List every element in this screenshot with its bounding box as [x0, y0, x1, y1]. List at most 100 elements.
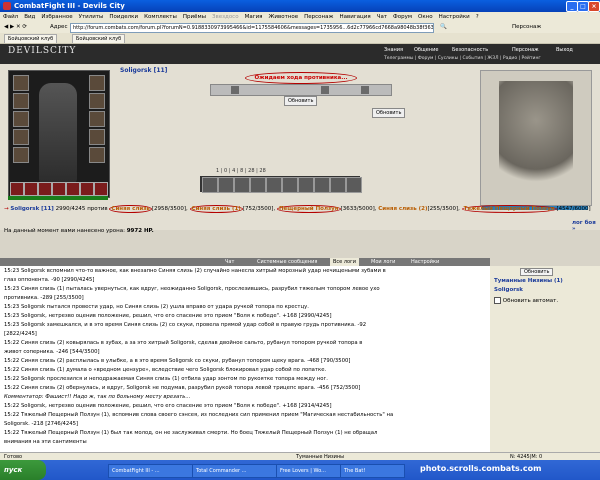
menu-utils[interactable]: Утилиты — [79, 14, 104, 20]
menu-settings[interactable]: Настройки — [439, 14, 470, 20]
potion-slot[interactable] — [10, 182, 24, 196]
enemy-link[interactable]: Тяжелый Пещерный Ползун — [461, 205, 557, 213]
amulet-slot[interactable] — [13, 93, 29, 109]
nav-knowledge[interactable]: Знания — [384, 47, 403, 53]
effect-icon — [361, 86, 369, 94]
menu-animal[interactable]: Животное — [268, 14, 298, 20]
action-slot[interactable] — [234, 177, 250, 193]
tab-system[interactable]: Системные сообщения — [254, 258, 320, 266]
nav-security[interactable]: Безопасность — [452, 47, 488, 53]
location-panel: Обновить Туманные Низины (1) Soligorsk О… — [490, 266, 600, 452]
armor-slot[interactable] — [13, 129, 29, 145]
action-slot[interactable] — [218, 177, 234, 193]
task-free-lovers[interactable]: Free Lovers | Wo... — [276, 464, 341, 478]
persons-label[interactable]: Персонаж — [512, 22, 541, 33]
back-icon[interactable]: ◀ ▶ ✕ ⟳ — [4, 22, 27, 33]
menu-techniques[interactable]: Приёмы — [183, 14, 206, 20]
action-slot[interactable] — [314, 177, 330, 193]
enemy-link[interactable]: Синяя слизь (1) — [189, 205, 243, 213]
menu-chat[interactable]: Чат — [377, 14, 387, 20]
menu-sets[interactable]: Комплекты — [144, 14, 177, 20]
potion-slot[interactable] — [52, 182, 66, 196]
resource-counts: 1 | 0 | 4 | 8 | 28 | 28 — [216, 168, 266, 174]
browser-tab-1[interactable]: Бойцовский клуб — [4, 34, 58, 43]
player-name-link[interactable]: Soligorsk [11] — [10, 206, 53, 212]
nav-exit[interactable]: Выход — [556, 47, 573, 53]
nav-sublinks[interactable]: Телеграммы | Форум | Сусликы | События |… — [384, 56, 541, 61]
action-slot[interactable] — [250, 177, 266, 193]
potion-slot[interactable] — [24, 182, 38, 196]
action-slot[interactable] — [202, 177, 218, 193]
boots-slot[interactable] — [89, 147, 105, 163]
online-user[interactable]: Soligorsk — [494, 287, 523, 293]
tab-my-logs[interactable]: Мои логи — [368, 258, 398, 266]
task-combatfight[interactable]: CombatFight III - ... — [108, 464, 193, 478]
address-input[interactable]: http://forum.combats.com/forum.pl?forumN… — [70, 23, 434, 33]
action-slot[interactable] — [266, 177, 282, 193]
task-total-commander[interactable]: Total Commander ... — [192, 464, 277, 478]
menu-crafts[interactable]: Поиделки — [109, 14, 138, 20]
fight-strip — [210, 84, 392, 96]
chat-line: 15:22 Синяя слизь (2) ковырялась в зубах… — [4, 340, 363, 346]
enemy-link[interactable]: Синяя слизь (2) — [378, 206, 427, 212]
menu-window[interactable]: Окно — [418, 14, 433, 20]
window-title: CombatFight III - Devils City — [14, 2, 125, 10]
menu-8[interactable]: Звездосо — [212, 14, 239, 20]
menu-file[interactable]: Файл — [3, 14, 18, 20]
chat-line: [2822/4245] — [4, 331, 37, 337]
menu-forum[interactable]: Форум — [393, 14, 412, 20]
gloves-slot[interactable] — [89, 93, 105, 109]
potion-slot[interactable] — [66, 182, 80, 196]
tab-settings[interactable]: Настройки — [408, 258, 442, 266]
task-the-bat[interactable]: The Bat! — [340, 464, 405, 478]
opponent-name[interactable]: Soligorsk [11] — [120, 67, 167, 74]
enemy-link[interactable]: Пещерный Ползун — [276, 205, 341, 213]
tab-all-logs[interactable]: Все логи — [330, 258, 359, 266]
chat-line: глаз оппонента. -90 [2990/4245] — [4, 277, 95, 283]
search-icon[interactable]: 🔍 — [440, 22, 447, 33]
chat-log[interactable]: 15:23 Soligorsk вспомнил что-то важное, … — [0, 266, 491, 452]
belt-slot[interactable] — [13, 147, 29, 163]
enemy-portrait — [480, 70, 592, 206]
nav-character[interactable]: Персонаж — [512, 47, 539, 53]
action-slot[interactable] — [282, 177, 298, 193]
side-refresh-button[interactable]: Обновить — [520, 268, 554, 276]
enemy-hp: [2958/3500] — [151, 206, 187, 212]
menu-magic[interactable]: Магия — [245, 14, 263, 20]
tab-chat[interactable]: Чат — [222, 258, 237, 266]
potion-belt — [8, 182, 108, 196]
damage-label: На данный момент вами нанесено урона: — [4, 228, 125, 234]
enemy-link[interactable]: Синяя слизь — [109, 205, 152, 213]
close-button[interactable]: × — [588, 1, 600, 12]
refresh-button[interactable]: Обновить — [284, 96, 318, 106]
menu-favorites[interactable]: Избранное — [41, 14, 72, 20]
menu-view[interactable]: Вид — [24, 14, 35, 20]
browser-tab-2[interactable]: Бойцовский клуб — [72, 34, 126, 43]
nav-social[interactable]: Общение — [414, 47, 438, 53]
damage-value: 9972 HP. — [126, 228, 154, 234]
potion-slot[interactable] — [94, 182, 108, 196]
earring-slot[interactable] — [89, 75, 105, 91]
chat-line: 15:22 Синяя слизь (2) расплылась в улыбк… — [4, 358, 351, 364]
refresh-right-button[interactable]: Обновить — [372, 108, 406, 118]
start-button[interactable]: пуск — [0, 460, 46, 480]
action-slot[interactable] — [330, 177, 346, 193]
leggings-slot[interactable] — [89, 129, 105, 145]
enemy-hp: [4547/6000] — [556, 206, 591, 212]
potion-slot[interactable] — [80, 182, 94, 196]
potion-slot[interactable] — [38, 182, 52, 196]
action-slot[interactable] — [346, 177, 362, 193]
helmet-slot[interactable] — [13, 75, 29, 91]
game-logo: DEVILSCITY — [8, 46, 77, 56]
auto-refresh-checkbox[interactable] — [494, 297, 501, 304]
menu-help[interactable]: ? — [476, 14, 479, 20]
action-slot[interactable] — [298, 177, 314, 193]
fight-log-link[interactable]: лог боя » — [572, 220, 600, 232]
chat-line: 15:22 Soligorsk прослезился и неподражае… — [4, 376, 328, 382]
action-bar — [200, 176, 362, 193]
weapon-slot[interactable] — [13, 111, 29, 127]
menu-navigation[interactable]: Навигация — [339, 14, 370, 20]
enemy-hp: [3633/5000] — [340, 206, 375, 212]
menu-character[interactable]: Персонаж — [304, 14, 333, 20]
shield-slot[interactable] — [89, 111, 105, 127]
